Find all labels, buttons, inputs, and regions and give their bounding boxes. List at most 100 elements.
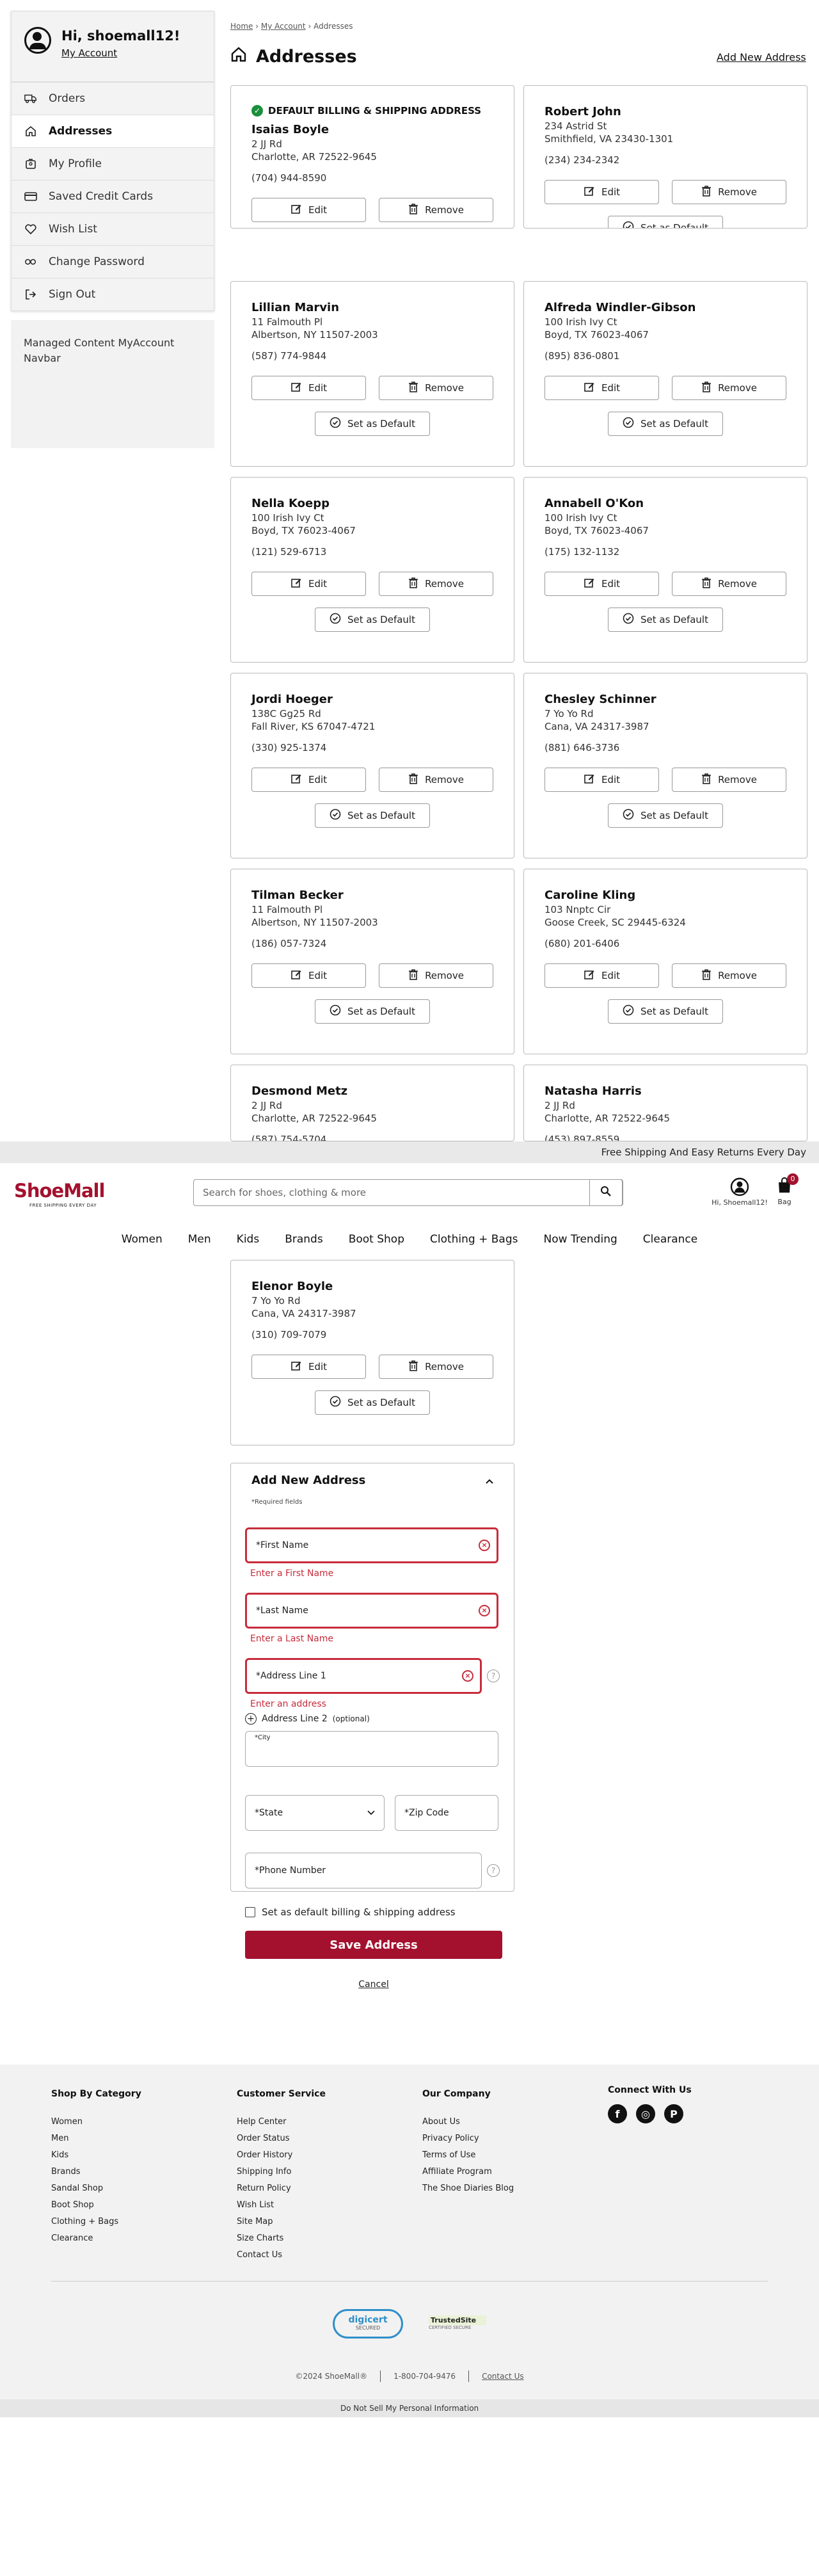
- footer-link[interactable]: Terms of Use: [422, 2150, 514, 2160]
- set-default-button[interactable]: Set as Default: [608, 803, 723, 828]
- nav-now-trending[interactable]: Now Trending: [531, 1224, 630, 1256]
- footer-contact-link[interactable]: Contact Us: [482, 2372, 524, 2381]
- search-button[interactable]: [589, 1179, 623, 1206]
- footer-link[interactable]: Wish List: [237, 2200, 326, 2210]
- help-icon[interactable]: ?: [487, 1670, 500, 1682]
- remove-button[interactable]: Remove: [672, 572, 786, 596]
- remove-button[interactable]: Remove: [379, 198, 493, 222]
- nav-clothing-bags[interactable]: Clothing + Bags: [417, 1224, 531, 1256]
- nav-men[interactable]: Men: [175, 1224, 224, 1256]
- edit-button[interactable]: Edit: [545, 768, 659, 792]
- footer-link[interactable]: Clearance: [51, 2234, 141, 2243]
- footer-phone[interactable]: 1-800-704-9476: [394, 2372, 456, 2381]
- nav-women[interactable]: Women: [109, 1224, 175, 1256]
- save-address-button[interactable]: Save Address: [245, 1931, 502, 1959]
- footer-link[interactable]: Size Charts: [237, 2234, 326, 2243]
- edit-button[interactable]: Edit: [545, 180, 659, 204]
- edit-button[interactable]: Edit: [251, 198, 366, 222]
- last-name-field[interactable]: *Last Name ×: [245, 1593, 498, 1629]
- nav-boot-shop[interactable]: Boot Shop: [336, 1224, 417, 1256]
- sidebar-item-change-password[interactable]: Change Password: [12, 245, 214, 278]
- footer-link[interactable]: Site Map: [237, 2217, 326, 2226]
- footer-link[interactable]: Clothing + Bags: [51, 2217, 141, 2226]
- footer-link[interactable]: About Us: [422, 2117, 514, 2127]
- breadcrumb-home[interactable]: Home: [230, 22, 253, 31]
- set-default-button[interactable]: Set as Default: [315, 999, 430, 1024]
- footer-link[interactable]: Sandal Shop: [51, 2184, 141, 2193]
- cancel-link[interactable]: Cancel: [245, 1979, 502, 1990]
- instagram-icon[interactable]: ◎: [636, 2104, 655, 2123]
- my-account-link[interactable]: My Account: [61, 47, 180, 59]
- footer-link[interactable]: Affiliate Program: [422, 2167, 514, 2177]
- footer-link[interactable]: Women: [51, 2117, 141, 2127]
- footer-link[interactable]: Contact Us: [237, 2250, 326, 2260]
- nav-brands[interactable]: Brands: [272, 1224, 336, 1256]
- add-address-line2[interactable]: + Address Line 2 (optional): [245, 1713, 500, 1725]
- help-icon[interactable]: ?: [487, 1864, 500, 1877]
- footer-link[interactable]: Brands: [51, 2167, 141, 2177]
- remove-button[interactable]: Remove: [672, 963, 786, 988]
- set-default-button[interactable]: Set as Default: [315, 608, 430, 632]
- set-default-button[interactable]: Set as Default: [608, 999, 723, 1024]
- sidebar-item-addresses[interactable]: Addresses: [12, 115, 214, 147]
- footer-link[interactable]: Order History: [237, 2150, 326, 2160]
- footer-link[interactable]: Privacy Policy: [422, 2134, 514, 2143]
- account-button[interactable]: Hi, Shoemall12!: [709, 1177, 770, 1207]
- state-select[interactable]: *State: [245, 1795, 385, 1831]
- remove-button[interactable]: Remove: [672, 180, 786, 204]
- remove-button[interactable]: Remove: [379, 1355, 493, 1379]
- first-name-field[interactable]: *First Name ×: [245, 1527, 498, 1563]
- footer-link[interactable]: Boot Shop: [51, 2200, 141, 2210]
- add-new-address-link[interactable]: Add New Address: [717, 51, 806, 63]
- city-field[interactable]: *City: [245, 1731, 498, 1767]
- edit-button[interactable]: Edit: [251, 1355, 366, 1379]
- phone-field[interactable]: *Phone Number: [245, 1853, 482, 1888]
- footer-link[interactable]: Kids: [51, 2150, 141, 2160]
- edit-button[interactable]: Edit: [251, 572, 366, 596]
- sidebar-item-wish-list[interactable]: Wish List: [12, 213, 214, 245]
- footer-link[interactable]: Return Policy: [237, 2184, 326, 2193]
- footer-link[interactable]: The Shoe Diaries Blog: [422, 2184, 514, 2193]
- set-default-button[interactable]: Set as Default: [608, 608, 723, 632]
- footer-link[interactable]: Shipping Info: [237, 2167, 326, 2177]
- sidebar-item-credit-cards[interactable]: Saved Credit Cards: [12, 180, 214, 213]
- edit-button[interactable]: Edit: [251, 963, 366, 988]
- bag-button[interactable]: 0 Bag: [773, 1173, 799, 1206]
- zip-field[interactable]: *Zip Code: [395, 1795, 498, 1831]
- sidebar-item-profile[interactable]: My Profile: [12, 147, 214, 180]
- remove-button[interactable]: Remove: [379, 963, 493, 988]
- trustedsite-badge[interactable]: TrustedSite CERTIFIED SECURE: [429, 2309, 486, 2335]
- facebook-icon[interactable]: f: [608, 2104, 627, 2123]
- set-default-button[interactable]: Set as Default: [315, 1390, 430, 1415]
- address-line1-field[interactable]: *Address Line 1 ×: [245, 1658, 482, 1694]
- pinterest-icon[interactable]: P: [664, 2104, 683, 2123]
- remove-button[interactable]: Remove: [379, 768, 493, 792]
- remove-button[interactable]: Remove: [672, 376, 786, 400]
- edit-button[interactable]: Edit: [545, 572, 659, 596]
- nav-kids[interactable]: Kids: [224, 1224, 273, 1256]
- default-checkbox[interactable]: [245, 1907, 255, 1917]
- edit-button[interactable]: Edit: [251, 768, 366, 792]
- set-default-button[interactable]: Set as Default: [608, 412, 723, 436]
- edit-button[interactable]: Edit: [545, 963, 659, 988]
- nav-clearance[interactable]: Clearance: [630, 1224, 710, 1256]
- set-default-button[interactable]: Set as Default: [315, 803, 430, 828]
- footer-link[interactable]: Men: [51, 2134, 141, 2143]
- remove-button[interactable]: Remove: [672, 768, 786, 792]
- do-not-sell-link[interactable]: Do Not Sell My Personal Information: [0, 2399, 819, 2417]
- form-header[interactable]: Add New Address: [245, 1463, 500, 1487]
- set-default-button[interactable]: Set as Default: [315, 412, 430, 436]
- sidebar-item-sign-out[interactable]: Sign Out: [12, 278, 214, 310]
- breadcrumb-account[interactable]: My Account: [261, 22, 306, 31]
- footer-link[interactable]: Help Center: [237, 2117, 326, 2127]
- remove-button[interactable]: Remove: [379, 572, 493, 596]
- search-input[interactable]: [194, 1180, 584, 1205]
- edit-button[interactable]: Edit: [251, 376, 366, 400]
- sidebar-item-orders[interactable]: Orders: [12, 82, 214, 115]
- set-default-button[interactable]: Set as Default: [608, 216, 723, 228]
- shoemall-logo[interactable]: ShoeMall FREE SHIPPING EVERY DAY: [14, 1180, 113, 1208]
- footer-link[interactable]: Order Status: [237, 2134, 326, 2143]
- digicert-badge[interactable]: digicert SECURED: [333, 2309, 403, 2339]
- remove-button[interactable]: Remove: [379, 376, 493, 400]
- edit-button[interactable]: Edit: [545, 376, 659, 400]
